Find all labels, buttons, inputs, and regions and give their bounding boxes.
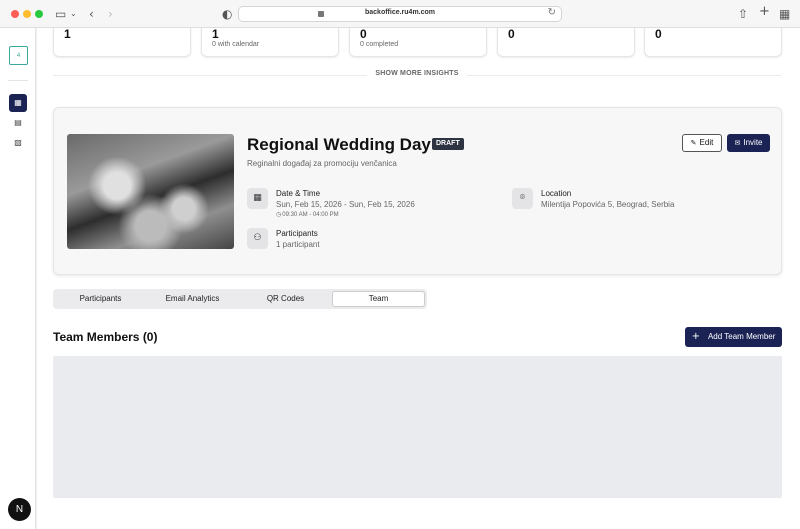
participants-value: 1 participant xyxy=(276,240,320,249)
calendar-icon: ▦ xyxy=(247,188,268,209)
back-icon[interactable]: ‹ xyxy=(89,7,94,21)
stat-card: 1 xyxy=(53,28,191,57)
url-text: backoffice.ru4m.com xyxy=(364,9,436,16)
sidebar: 4 ▦ ▤ ▧ xyxy=(0,28,36,529)
location-label: Location xyxy=(541,189,572,198)
stat-value: 0 xyxy=(655,28,662,41)
invite-label: Invite xyxy=(743,138,763,147)
pencil-icon: ✎ xyxy=(690,139,697,147)
reload-icon[interactable]: ↻ xyxy=(548,7,556,18)
file-check-nav-icon[interactable]: ▧ xyxy=(9,134,27,152)
share-icon[interactable]: ⇧ xyxy=(738,7,748,21)
tab-email-analytics[interactable]: Email Analytics xyxy=(146,291,239,307)
time-text: 09:30 AM - 04:00 PM xyxy=(282,212,339,218)
stat-value: 1 xyxy=(64,28,71,41)
stat-card: 1 0 with calendar xyxy=(201,28,339,57)
event-title: Regional Wedding Day xyxy=(247,135,431,154)
add-team-member-button[interactable]: + Add Team Member xyxy=(685,327,782,347)
tabs-grid-icon[interactable]: ▦ xyxy=(779,7,790,21)
participants-label: Participants xyxy=(276,229,318,238)
edit-button[interactable]: ✎ Edit xyxy=(682,134,722,152)
event-image xyxy=(67,134,234,249)
date-label: Date & Time xyxy=(276,189,321,198)
users-icon: ⚇ xyxy=(247,228,268,249)
stat-value: 0 xyxy=(508,28,515,41)
sidebar-toggle-icon[interactable]: ▭ xyxy=(55,7,66,21)
mail-icon: ✉ xyxy=(734,139,741,147)
status-badge: DRAFT xyxy=(432,138,464,150)
avatar[interactable]: N xyxy=(8,498,31,521)
calendar-nav-icon[interactable]: ▦ xyxy=(9,94,27,112)
team-members-panel xyxy=(53,356,782,498)
stat-card: 0 0 completed xyxy=(349,28,487,57)
close-window-button[interactable] xyxy=(11,10,19,18)
minimize-window-button[interactable] xyxy=(23,10,31,18)
app-logo[interactable]: 4 xyxy=(9,46,28,65)
edit-label: Edit xyxy=(699,138,714,147)
show-more-insights-button[interactable]: SHOW MORE INSIGHTS xyxy=(367,70,467,77)
tab-participants[interactable]: Participants xyxy=(55,291,146,307)
time-value: ◷09:30 AM - 04:00 PM xyxy=(276,211,339,218)
stat-sub: 0 completed xyxy=(360,41,399,48)
chevron-down-icon[interactable]: ⌄ xyxy=(70,7,77,21)
section-title: Team Members (0) xyxy=(53,330,158,344)
stat-card: 0 xyxy=(497,28,635,57)
date-value: Sun, Feb 15, 2026 - Sun, Feb 15, 2026 xyxy=(276,200,415,209)
event-description: Reginalni događaj za promociju venčanica xyxy=(247,159,397,168)
forward-icon[interactable]: › xyxy=(108,7,113,21)
add-team-member-label: Add Team Member xyxy=(707,332,776,341)
stat-value: 1 xyxy=(212,28,219,41)
main-content: 1 1 0 with calendar 0 0 completed 0 0 SH… xyxy=(37,28,800,529)
address-bar[interactable]: backoffice.ru4m.com ↻ xyxy=(238,6,562,22)
document-nav-icon[interactable]: ▤ xyxy=(9,114,27,132)
stat-sub: 0 with calendar xyxy=(212,41,260,48)
browser-toolbar: ▭ ⌄ ‹ › ◐ backoffice.ru4m.com ↻ ⇧ + ▦ xyxy=(0,0,800,28)
shield-icon: ◐ xyxy=(222,7,233,21)
tab-bar: Participants Email Analytics QR Codes Te… xyxy=(53,289,427,309)
sidebar-divider xyxy=(8,80,28,81)
clock-icon: ◷ xyxy=(276,211,282,218)
new-tab-icon[interactable]: + xyxy=(759,5,770,19)
tab-qr-codes[interactable]: QR Codes xyxy=(239,291,332,307)
event-card: Regional Wedding Day DRAFT Reginalni dog… xyxy=(53,107,782,275)
tab-team[interactable]: Team xyxy=(332,291,425,307)
invite-button[interactable]: ✉ Invite xyxy=(727,134,770,152)
stat-card: 0 xyxy=(644,28,782,57)
location-value: Milentija Popovića 5, Beograd, Serbia xyxy=(541,200,675,209)
stat-value: 0 xyxy=(360,28,367,41)
zoom-window-button[interactable] xyxy=(35,10,43,18)
plus-icon: + xyxy=(691,331,700,342)
location-pin-icon: ⌾ xyxy=(512,188,533,209)
